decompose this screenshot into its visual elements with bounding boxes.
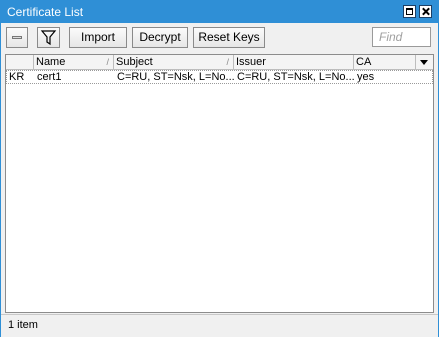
minus-icon bbox=[12, 36, 22, 39]
table-header: Name / Subject / Issuer CA bbox=[6, 55, 433, 70]
remove-button[interactable] bbox=[6, 27, 28, 48]
row-subject: C=RU, ST=Nsk, L=No... bbox=[117, 71, 235, 83]
reset-keys-button[interactable]: Reset Keys bbox=[193, 27, 265, 48]
decrypt-button[interactable]: Decrypt bbox=[132, 27, 188, 48]
title-bar[interactable]: Certificate List bbox=[1, 1, 438, 23]
window-title: Certificate List bbox=[7, 5, 84, 19]
filter-icon bbox=[40, 30, 57, 46]
status-bar: 1 item bbox=[1, 314, 438, 337]
import-button[interactable]: Import bbox=[69, 27, 127, 48]
column-chooser-dropdown-icon[interactable] bbox=[416, 55, 433, 69]
find-input[interactable] bbox=[372, 27, 431, 47]
row-flags: KR bbox=[9, 71, 25, 83]
row-name: cert1 bbox=[37, 71, 62, 83]
column-header-label: Name bbox=[36, 56, 66, 68]
row-issuer: C=RU, ST=Nsk, L=No... bbox=[237, 71, 355, 83]
column-header-label: CA bbox=[356, 56, 372, 68]
filter-button[interactable] bbox=[37, 27, 60, 48]
row-ca: yes bbox=[357, 71, 375, 83]
certificate-list-window: Certificate List Import Decrypt Reset Ke… bbox=[0, 0, 439, 337]
column-header-issuer[interactable]: Issuer bbox=[234, 55, 354, 69]
toolbar: Import Decrypt Reset Keys bbox=[1, 23, 438, 52]
column-header-ca[interactable]: CA bbox=[354, 55, 416, 69]
sort-icon: / bbox=[106, 57, 109, 67]
column-header-subject[interactable]: Subject / bbox=[114, 55, 234, 69]
column-header-name[interactable]: Name / bbox=[34, 55, 114, 69]
certificate-table: Name / Subject / Issuer CA KR cert1 C=RU… bbox=[5, 54, 434, 313]
flags-column-header[interactable] bbox=[6, 55, 34, 69]
column-header-label: Subject bbox=[116, 56, 153, 68]
item-count: 1 item bbox=[8, 319, 38, 331]
maximize-icon[interactable] bbox=[403, 5, 416, 18]
sort-icon: / bbox=[226, 57, 229, 67]
table-row[interactable]: KR cert1 C=RU, ST=Nsk, L=No... C=RU, ST=… bbox=[6, 70, 433, 84]
column-header-label: Issuer bbox=[236, 56, 266, 68]
close-icon[interactable] bbox=[419, 5, 432, 18]
